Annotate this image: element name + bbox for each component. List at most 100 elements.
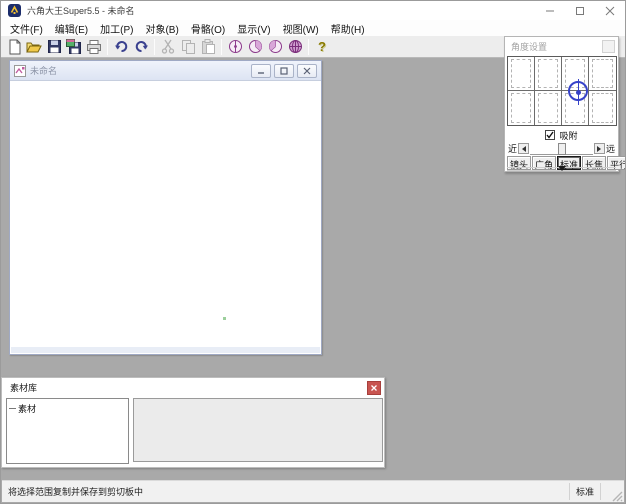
origin-point	[223, 317, 226, 320]
angle-cell[interactable]	[535, 91, 562, 125]
dashed-placeholder	[511, 59, 531, 88]
titlebar: 六角大王Super5.5 - 未命名	[1, 1, 625, 20]
angle-cell[interactable]	[589, 57, 616, 91]
paste-icon	[201, 39, 216, 54]
menu-edit[interactable]: 编辑(E)	[49, 21, 94, 36]
help-icon: ?	[318, 39, 326, 54]
view-sphere-quarter-button[interactable]	[245, 37, 265, 56]
menu-bone[interactable]: 骨骼(O)	[185, 21, 231, 36]
material-preview-pane[interactable]	[133, 398, 383, 462]
doc-maximize-button[interactable]	[274, 64, 294, 78]
paste-button[interactable]	[198, 37, 218, 56]
save-icon	[47, 39, 62, 54]
doc-minimize-button[interactable]	[251, 64, 271, 78]
far-label: 远	[606, 142, 615, 155]
doc-close-icon	[303, 67, 311, 75]
snap-label: 吸附	[559, 129, 577, 142]
maximize-button[interactable]	[565, 1, 595, 20]
dashed-placeholder	[592, 59, 613, 88]
view-sphere-front-button[interactable]	[225, 37, 245, 56]
angle-cell[interactable]	[535, 57, 562, 91]
app-icon	[8, 4, 21, 17]
print-button[interactable]	[84, 37, 104, 56]
canvas-bottom-strip	[11, 347, 320, 353]
window-title: 六角大王Super5.5 - 未命名	[27, 4, 135, 17]
angle-view-grid[interactable]	[507, 56, 617, 126]
new-button[interactable]	[4, 37, 24, 56]
redo-button[interactable]	[131, 37, 151, 56]
app-window: 六角大王Super5.5 - 未命名 文件(F) 编辑(E) 加工(P) 对象(…	[0, 0, 626, 504]
document-icon	[14, 65, 26, 77]
maximize-icon	[575, 6, 585, 16]
left-arrow-icon	[522, 146, 526, 152]
minimize-button[interactable]	[535, 1, 565, 20]
redo-icon	[134, 39, 149, 54]
toolbar-separator	[107, 39, 108, 55]
zoom-slider-thumb[interactable]	[558, 143, 566, 155]
material-panel-title: 素材库	[10, 381, 367, 394]
view-sphere-grid-button[interactable]	[285, 37, 305, 56]
close-button[interactable]	[595, 1, 625, 20]
close-icon	[370, 384, 378, 392]
rotation-compass-icon[interactable]	[568, 81, 588, 101]
copy-button[interactable]	[178, 37, 198, 56]
angle-cell[interactable]	[508, 57, 535, 91]
menu-display[interactable]: 显示(V)	[231, 21, 276, 36]
angle-cell[interactable]	[589, 91, 616, 125]
view-sphere-side-icon	[268, 39, 283, 54]
resize-grip[interactable]	[609, 488, 623, 502]
document-titlebar[interactable]: 未命名	[10, 61, 321, 81]
angle-panel-close-button[interactable]	[602, 40, 615, 53]
document-canvas[interactable]	[11, 82, 320, 353]
zoom-slider-track[interactable]	[530, 143, 593, 155]
menu-view[interactable]: 视图(W)	[277, 21, 325, 36]
cut-button[interactable]	[158, 37, 178, 56]
save-image-button[interactable]	[64, 37, 84, 56]
menu-object[interactable]: 对象(B)	[139, 21, 184, 36]
view-sphere-front-icon	[228, 39, 243, 54]
material-panel-titlebar[interactable]: 素材库	[2, 378, 384, 397]
angle-cell[interactable]	[508, 91, 535, 125]
menu-process[interactable]: 加工(P)	[94, 21, 139, 36]
cut-icon	[161, 39, 175, 54]
panel-collapse-strip[interactable]	[507, 167, 616, 171]
material-library-panel: 素材库 素材	[1, 377, 385, 468]
menu-file[interactable]: 文件(F)	[4, 21, 49, 36]
near-label: 近	[508, 142, 517, 155]
slider-left-button[interactable]	[518, 143, 529, 154]
tree-item-material[interactable]: 素材	[7, 399, 128, 415]
toolbar-separator	[221, 39, 222, 55]
view-sphere-side-button[interactable]	[265, 37, 285, 56]
collapse-arrow-icon	[558, 166, 566, 171]
dashed-placeholder	[538, 93, 558, 123]
tree-expander-icon[interactable]	[9, 408, 16, 409]
check-icon	[546, 131, 554, 139]
view-sphere-grid-icon	[288, 39, 303, 54]
status-mode-pane: 标准	[569, 483, 601, 500]
toolbar-separator	[308, 39, 309, 55]
statusbar: 将选择范围复制并保存到剪切板中 标准	[2, 480, 624, 502]
dashed-placeholder	[538, 59, 558, 88]
angle-settings-panel: 角度设置 吸附 近 远	[504, 36, 619, 172]
open-icon	[26, 39, 42, 55]
snap-checkbox[interactable]	[545, 130, 555, 140]
save-image-icon	[66, 39, 82, 55]
material-panel-close-button[interactable]	[367, 381, 381, 395]
material-tree-pane[interactable]: 素材	[6, 398, 129, 464]
open-button[interactable]	[24, 37, 44, 56]
angle-panel-titlebar[interactable]: 角度设置	[505, 37, 618, 56]
undo-button[interactable]	[111, 37, 131, 56]
new-icon	[7, 39, 22, 55]
doc-close-button[interactable]	[297, 64, 317, 78]
slider-right-button[interactable]	[594, 143, 605, 154]
menu-help[interactable]: 帮助(H)	[325, 21, 371, 36]
save-button[interactable]	[44, 37, 64, 56]
print-icon	[86, 39, 102, 55]
minimize-icon	[545, 6, 555, 16]
doc-maximize-icon	[280, 67, 288, 75]
zoom-slider-row: 近 远	[508, 142, 615, 155]
help-button[interactable]: ?	[312, 37, 332, 56]
window-controls	[535, 1, 625, 20]
menubar: 文件(F) 编辑(E) 加工(P) 对象(B) 骨骼(O) 显示(V) 视图(W…	[1, 20, 625, 36]
view-sphere-quarter-icon	[248, 39, 263, 54]
